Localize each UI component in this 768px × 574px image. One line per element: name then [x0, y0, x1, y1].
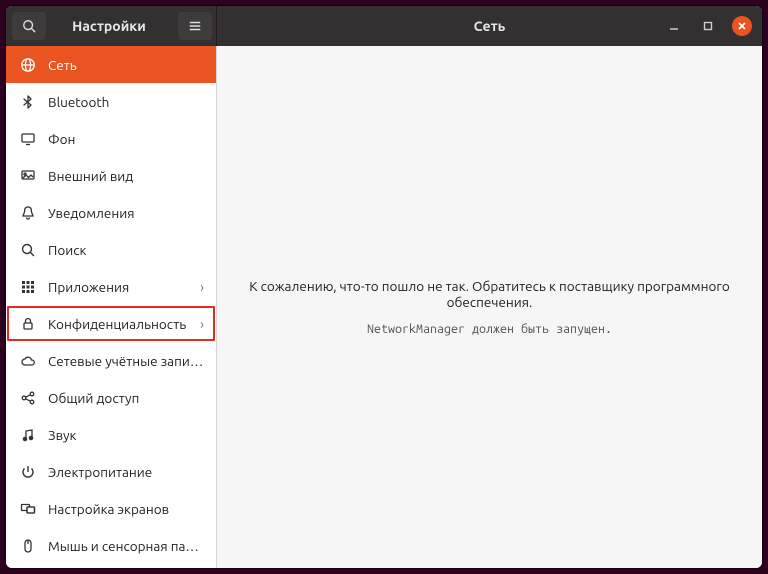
maximize-icon	[703, 21, 713, 31]
sidebar: Сеть Bluetooth Фон Внешний вид Уведомления По…	[6, 46, 217, 568]
error-message: К сожалению, что-то пошло не так. Обрати…	[237, 278, 742, 310]
window-controls	[664, 16, 762, 36]
window-body: Сеть Bluetooth Фон Внешний вид Уведомления По…	[6, 46, 762, 568]
sidebar-item-label: Bluetooth	[48, 94, 204, 110]
display-icon	[20, 131, 36, 147]
bluetooth-icon	[20, 94, 36, 110]
search-icon	[20, 242, 36, 258]
sidebar-item-label: Общий доступ	[48, 390, 204, 406]
note-icon	[20, 427, 36, 443]
content-area: К сожалению, что-то пошло не так. Обрати…	[217, 46, 762, 568]
bell-icon	[20, 205, 36, 221]
window-maximize-button[interactable]	[698, 16, 718, 36]
sidebar-item-search[interactable]: Поиск	[6, 231, 216, 268]
sidebar-item-label: Конфиденциальность	[48, 316, 188, 332]
close-icon	[737, 21, 747, 31]
mouse-icon	[20, 538, 36, 554]
titlebar: Настройки Сеть	[6, 6, 762, 46]
sidebar-item-mouse[interactable]: Мышь и сенсорная панель	[6, 527, 216, 564]
sidebar-item-appearance[interactable]: Внешний вид	[6, 157, 216, 194]
sidebar-item-power[interactable]: Электропитание	[6, 453, 216, 490]
sidebar-item-sharing[interactable]: Общий доступ	[6, 379, 216, 416]
titlebar-left: Настройки	[6, 6, 217, 46]
power-icon	[20, 464, 36, 480]
settings-window: Настройки Сеть Сеть Bluetooth Фон Внешний в…	[6, 6, 762, 568]
sidebar-item-online[interactable]: Сетевые учётные записи	[6, 342, 216, 379]
sidebar-item-label: Электропитание	[48, 464, 204, 480]
sidebar-item-label: Фон	[48, 131, 204, 147]
sidebar-item-label: Сеть	[48, 57, 204, 73]
sidebar-item-privacy[interactable]: Конфиденциальность ›	[6, 305, 216, 342]
sidebar-item-displays[interactable]: Настройка экранов	[6, 490, 216, 527]
minimize-icon	[669, 21, 679, 31]
cloud-icon	[20, 353, 36, 369]
sidebar-item-notifications[interactable]: Уведомления	[6, 194, 216, 231]
sidebar-item-label: Поиск	[48, 242, 204, 258]
search-button[interactable]	[12, 12, 46, 40]
hamburger-icon	[188, 19, 202, 33]
grid-icon	[20, 279, 36, 295]
screens-icon	[20, 501, 36, 517]
sidebar-item-sound[interactable]: Звук	[6, 416, 216, 453]
sidebar-item-label: Сетевые учётные записи	[48, 353, 204, 369]
hamburger-menu-button[interactable]	[178, 12, 212, 40]
sidebar-item-label: Мышь и сенсорная панель	[48, 538, 204, 554]
titlebar-right: Сеть	[217, 6, 762, 46]
globe-icon	[20, 57, 36, 73]
sidebar-item-label: Звук	[48, 427, 204, 443]
share-icon	[20, 390, 36, 406]
sidebar-title: Настройки	[50, 18, 174, 34]
chevron-right-icon: ›	[200, 279, 204, 295]
sidebar-item-label: Приложения	[48, 279, 188, 295]
sidebar-item-label: Уведомления	[48, 205, 204, 221]
search-icon	[22, 19, 36, 33]
chevron-right-icon: ›	[200, 316, 204, 332]
window-minimize-button[interactable]	[664, 16, 684, 36]
window-close-button[interactable]	[732, 16, 752, 36]
sidebar-item-applications[interactable]: Приложения ›	[6, 268, 216, 305]
lock-icon	[20, 316, 36, 332]
appearance-icon	[20, 168, 36, 184]
error-detail: NetworkManager должен быть запущен.	[367, 322, 612, 336]
sidebar-item-background[interactable]: Фон	[6, 120, 216, 157]
sidebar-item-network[interactable]: Сеть	[6, 46, 216, 83]
sidebar-item-label: Внешний вид	[48, 168, 204, 184]
sidebar-item-bluetooth[interactable]: Bluetooth	[6, 83, 216, 120]
sidebar-item-label: Настройка экранов	[48, 501, 204, 517]
